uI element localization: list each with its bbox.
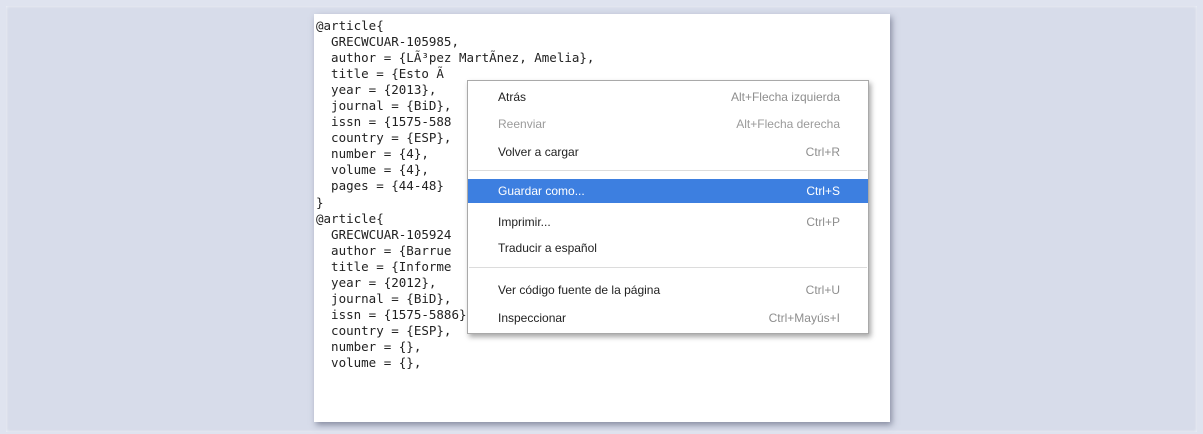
menu-item-label: Reenviar: [498, 117, 547, 131]
context-menu: Atrás Alt+Flecha izquierda Reenviar Alt+…: [467, 80, 869, 334]
menu-item-reload[interactable]: Volver a cargar Ctrl+R: [468, 140, 868, 164]
menu-item-translate[interactable]: Traducir a español: [468, 236, 868, 260]
menu-item-label: Volver a cargar: [498, 145, 579, 159]
menu-item-label: Traducir a español: [498, 241, 597, 255]
menu-item-view-source[interactable]: Ver código fuente de la página Ctrl+U: [468, 278, 868, 302]
menu-item-label: Guardar como...: [498, 184, 585, 198]
menu-item-label: Inspeccionar: [498, 311, 567, 325]
menu-separator: [469, 170, 867, 171]
source-line: @article{: [316, 18, 384, 33]
menu-item-shortcut: Ctrl+R: [805, 145, 840, 159]
menu-item-shortcut: Alt+Flecha derecha: [736, 117, 840, 131]
source-line: volume = {},: [316, 354, 422, 370]
menu-item-label: Imprimir...: [498, 215, 551, 229]
source-line: author = {LÃ³pez MartÃ­nez, Amelia},: [316, 50, 595, 66]
menu-item-print[interactable]: Imprimir... Ctrl+P: [468, 210, 868, 234]
menu-item-shortcut: Ctrl+U: [805, 283, 840, 297]
menu-item-label: Atrás: [498, 90, 527, 104]
menu-item-forward[interactable]: Reenviar Alt+Flecha derecha: [468, 112, 868, 136]
menu-separator: [469, 267, 867, 268]
menu-item-shortcut: Alt+Flecha izquierda: [730, 90, 840, 104]
source-line: GRECWCUAR-105985,: [316, 34, 459, 50]
menu-item-shortcut: Ctrl+Mayús+I: [768, 311, 840, 325]
menu-item-inspect[interactable]: Inspeccionar Ctrl+Mayús+I: [468, 306, 868, 330]
menu-item-save-as[interactable]: Guardar como... Ctrl+S: [468, 179, 868, 203]
source-line: number = {},: [316, 338, 422, 354]
menu-item-label: Ver código fuente de la página: [498, 283, 661, 297]
menu-item-back[interactable]: Atrás Alt+Flecha izquierda: [468, 85, 868, 109]
menu-item-shortcut: Ctrl+S: [806, 184, 840, 198]
menu-item-shortcut: Ctrl+P: [806, 215, 840, 229]
